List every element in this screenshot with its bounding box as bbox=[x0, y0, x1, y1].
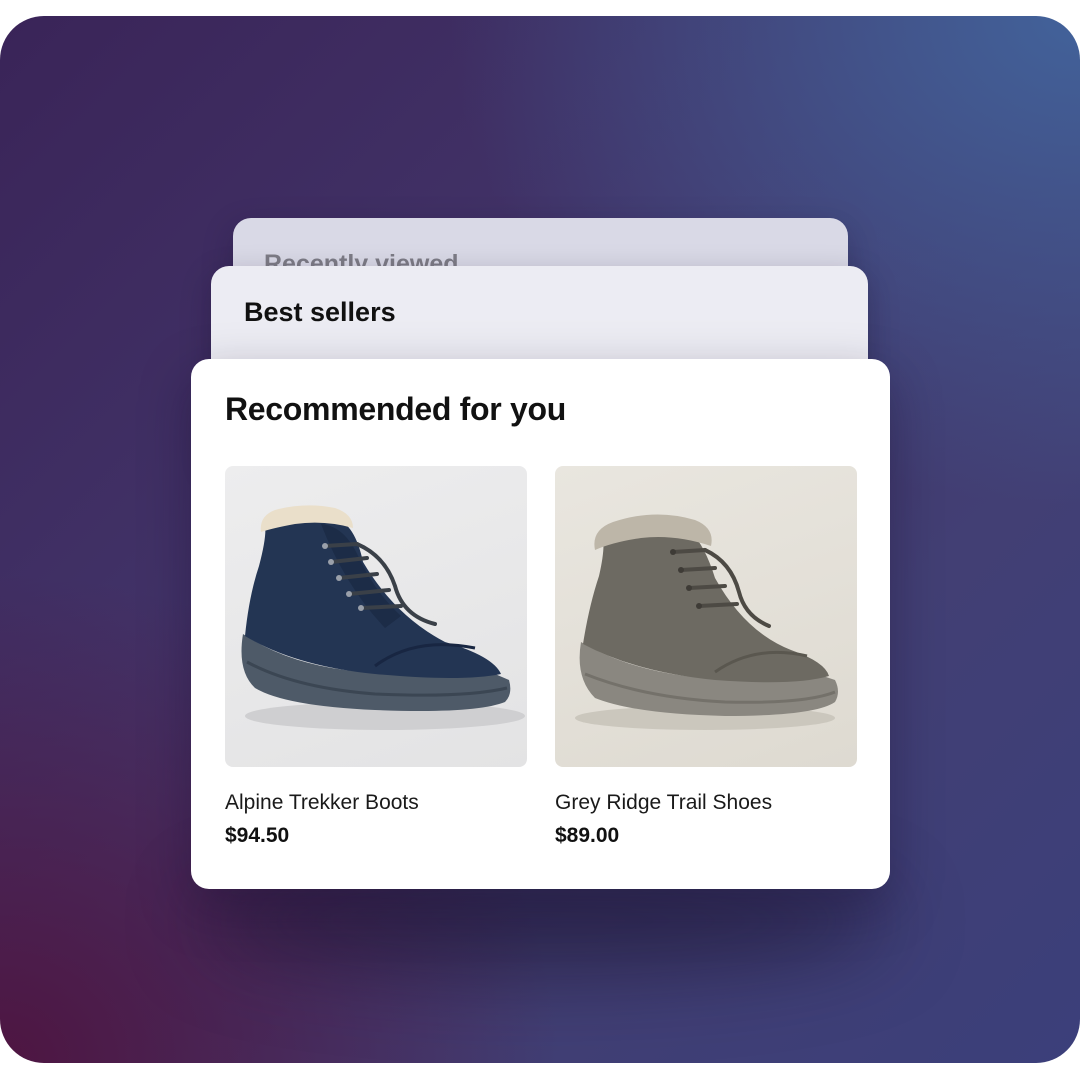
best-sellers-title: Best sellers bbox=[244, 297, 396, 327]
product-price: $94.50 bbox=[225, 824, 290, 847]
navy-boot-image[interactable] bbox=[225, 466, 527, 767]
recommended-title: Recommended for you bbox=[225, 391, 567, 427]
product-card[interactable]: Alpine Trekker Boots $94.50 bbox=[225, 466, 527, 848]
recommended-card: Recommended for you Alpine Trekker Boots… bbox=[191, 359, 890, 889]
product-card[interactable]: Grey Ridge Trail Shoes $89.00 bbox=[555, 466, 857, 848]
product-name[interactable]: Grey Ridge Trail Shoes bbox=[555, 791, 857, 815]
product-name[interactable]: Alpine Trekker Boots bbox=[225, 791, 527, 815]
product-price: $89.00 bbox=[555, 824, 620, 847]
background-frame: Recently viewed Best sellers Recommended… bbox=[0, 16, 1080, 1063]
grey-boot-image[interactable] bbox=[555, 466, 857, 767]
